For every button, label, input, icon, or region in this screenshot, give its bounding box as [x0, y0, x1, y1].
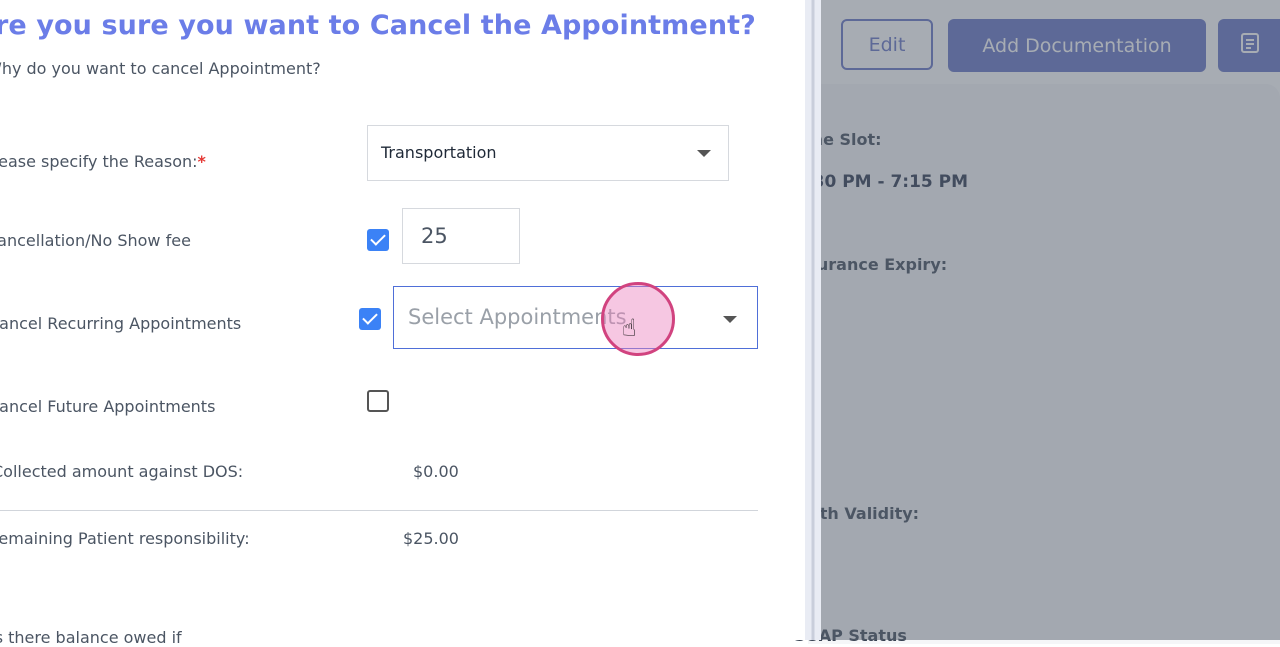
remaining-responsibility-label: Remaining Patient responsibility: — [0, 529, 250, 548]
select-appointments-dropdown[interactable]: Select Appointments — [393, 286, 758, 349]
cancel-appointment-modal: Are you sure you want to Cancel the Appo… — [0, 0, 805, 647]
modal-title: Are you sure you want to Cancel the Appo… — [0, 10, 756, 41]
cancel-future-label: Cancel Future Appointments — [0, 397, 216, 416]
reason-label-text: Please specify the Reason: — [0, 152, 198, 171]
hand-pointer-icon: ☝ — [622, 314, 637, 342]
document-icon — [1240, 32, 1260, 59]
modal-subtitle: Why do you want to cancel Appointment? — [0, 59, 321, 78]
modal-edge-scrollbar[interactable] — [805, 0, 821, 640]
cancel-recurring-checkbox[interactable] — [359, 308, 381, 330]
required-asterisk: * — [197, 152, 206, 171]
cancellation-fee-input[interactable]: 25 — [402, 208, 520, 264]
chevron-down-icon — [697, 150, 711, 157]
reason-label: Please specify the Reason:* — [0, 152, 206, 171]
edit-button[interactable]: Edit — [841, 19, 933, 70]
collected-amount-label: Collected amount against DOS: — [0, 462, 244, 481]
background-appointment-panel: Edit Add Documentation Time Slot: 6:30 P… — [790, 0, 1280, 645]
document-icon-button[interactable] — [1218, 19, 1280, 72]
reason-selected-value: Transportation — [381, 143, 497, 162]
cancel-future-checkbox[interactable] — [367, 390, 389, 412]
appointment-toolbar: Edit Add Documentation — [808, 0, 1280, 90]
remaining-responsibility-value: $25.00 — [403, 529, 459, 548]
chevron-down-icon — [723, 316, 737, 323]
cancel-recurring-label: Cancel Recurring Appointments — [0, 314, 242, 333]
appointment-details-card: Time Slot: 6:30 PM - 7:15 PM Insurance E… — [790, 84, 1280, 645]
section-divider — [0, 510, 758, 511]
cancellation-fee-label: Cancellation/No Show fee — [0, 231, 191, 250]
cursor-highlight — [601, 282, 675, 356]
select-appointments-placeholder: Select Appointments — [408, 305, 627, 329]
reason-select[interactable]: Transportation — [367, 125, 729, 181]
collected-amount-value: $0.00 — [413, 462, 459, 481]
cancellation-fee-checkbox[interactable] — [367, 229, 389, 251]
add-documentation-button[interactable]: Add Documentation — [948, 19, 1206, 72]
balance-owed-question: Is there balance owed if — [0, 628, 182, 647]
